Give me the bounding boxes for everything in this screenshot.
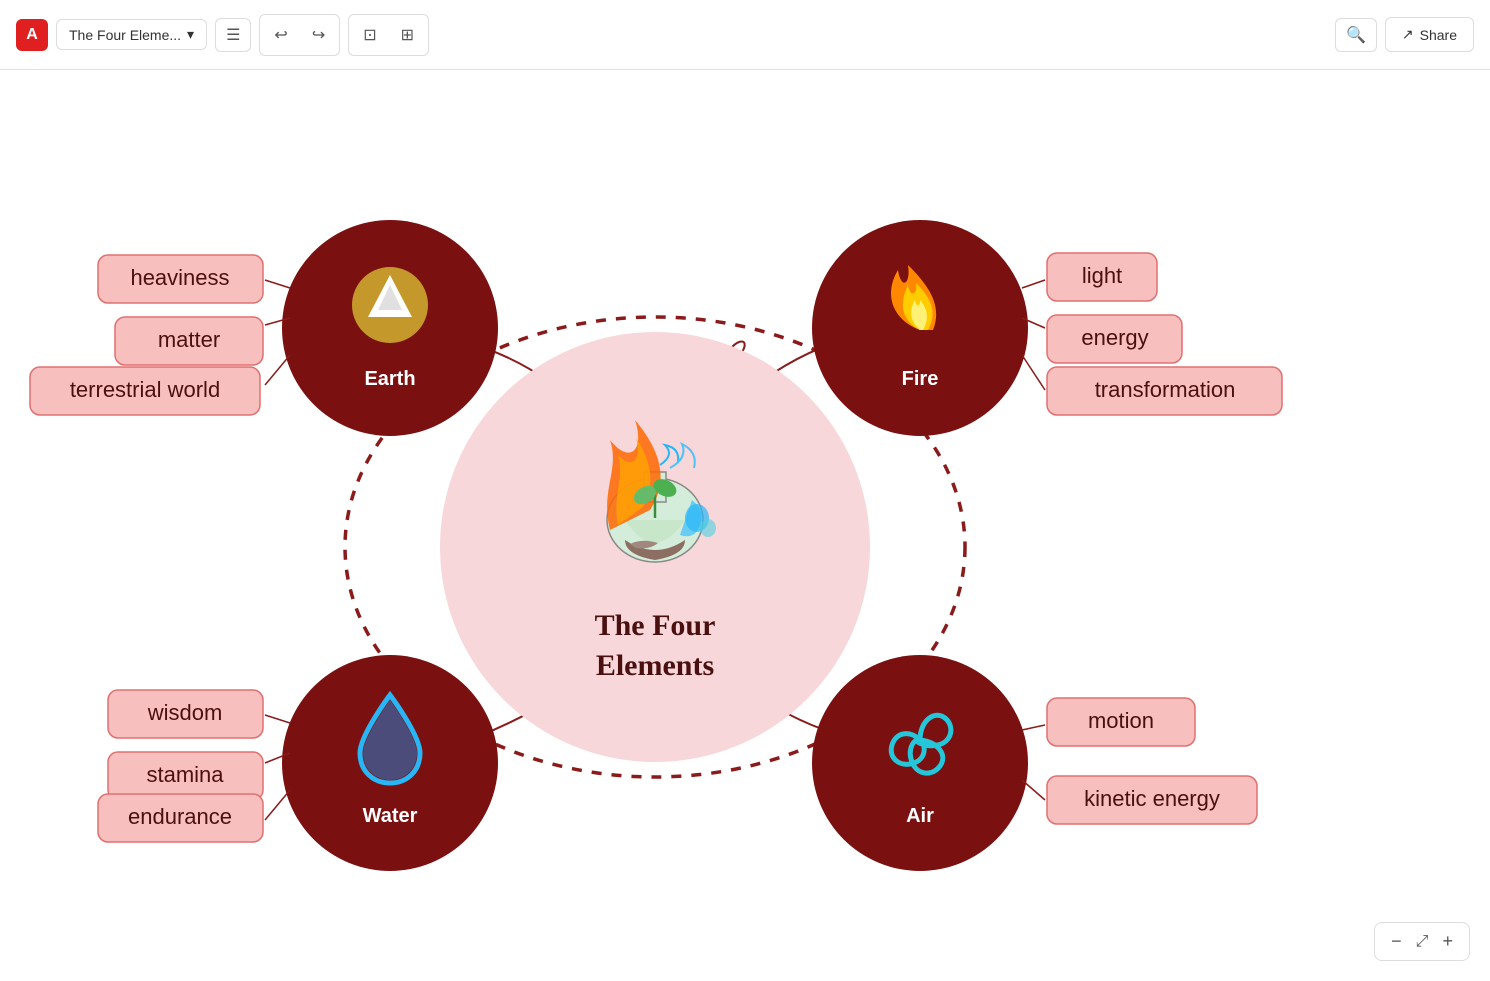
embed-button[interactable]: ⊡	[353, 19, 386, 51]
earth-tag-matter: matter	[158, 327, 220, 352]
menu-icon: ☰	[226, 25, 240, 45]
title-button[interactable]: The Four Eleme... ▾	[56, 19, 207, 50]
redo-icon: ↪	[312, 25, 325, 45]
chevron-down-icon: ▾	[187, 26, 194, 43]
undo-button[interactable]: ↩	[264, 19, 297, 51]
fit-screen-icon[interactable]: ⤢	[1416, 933, 1429, 951]
share-label: Share	[1420, 27, 1457, 43]
fire-line-transformation	[1022, 355, 1045, 390]
earth-icon	[352, 267, 428, 343]
water-tag-stamina: stamina	[146, 762, 224, 787]
share-icon: ↗	[1402, 26, 1414, 43]
water-line-wisdom	[265, 715, 290, 723]
history-group: ↩ ↪	[259, 14, 340, 56]
water-label: Water	[363, 805, 418, 827]
mind-map-svg: The Four Elements Earth heaviness matter…	[0, 70, 1490, 981]
air-tag-kinetic: kinetic energy	[1084, 786, 1220, 811]
air-label: Air	[906, 805, 934, 827]
fire-label: Fire	[902, 368, 939, 390]
air-line-kinetic	[1022, 780, 1045, 800]
air-line-motion	[1022, 725, 1045, 730]
toolbar: A The Four Eleme... ▾ ☰ ↩ ↪ ⊡ ⊞ 🔍 ↗ Shar…	[0, 0, 1490, 70]
share-button[interactable]: ↗ Share	[1385, 17, 1474, 52]
canvas[interactable]: The Four Elements Earth heaviness matter…	[0, 70, 1490, 981]
zoom-out-button[interactable]: −	[1385, 929, 1408, 954]
search-button[interactable]: 🔍	[1335, 18, 1377, 52]
zoom-controls: − ⤢ +	[1374, 922, 1470, 961]
air-circle	[812, 655, 1028, 871]
undo-icon: ↩	[274, 25, 287, 45]
water-tag-wisdom: wisdom	[147, 700, 223, 725]
doc-title: The Four Eleme...	[69, 27, 181, 43]
earth-line-terrestrial	[265, 355, 290, 385]
earth-label: Earth	[364, 368, 415, 390]
earth-tag-heaviness: heaviness	[130, 265, 229, 290]
fire-tag-transformation: transformation	[1095, 377, 1236, 402]
center-title-line1: The Four	[595, 609, 716, 642]
fire-tag-energy: energy	[1081, 325, 1148, 350]
fire-line-light	[1022, 280, 1045, 288]
frame-button[interactable]: ⊞	[391, 19, 424, 51]
embed-icon: ⊡	[363, 25, 376, 45]
toolbar-right: 🔍 ↗ Share	[1335, 17, 1474, 52]
redo-button[interactable]: ↪	[302, 19, 335, 51]
center-title-line2: Elements	[596, 649, 714, 682]
frame-icon: ⊞	[401, 25, 414, 45]
search-icon: 🔍	[1346, 25, 1366, 45]
zoom-in-button[interactable]: +	[1436, 929, 1459, 954]
earth-tag-terrestrial: terrestrial world	[70, 377, 220, 402]
water-line-endurance	[265, 790, 290, 820]
air-tag-motion: motion	[1088, 708, 1154, 733]
earth-line-heaviness	[265, 280, 290, 288]
menu-button[interactable]: ☰	[215, 18, 251, 52]
water-tag-endurance: endurance	[128, 804, 232, 829]
fire-tag-light: light	[1082, 263, 1122, 288]
insert-group: ⊡ ⊞	[348, 14, 429, 56]
app-logo: A	[16, 19, 48, 51]
